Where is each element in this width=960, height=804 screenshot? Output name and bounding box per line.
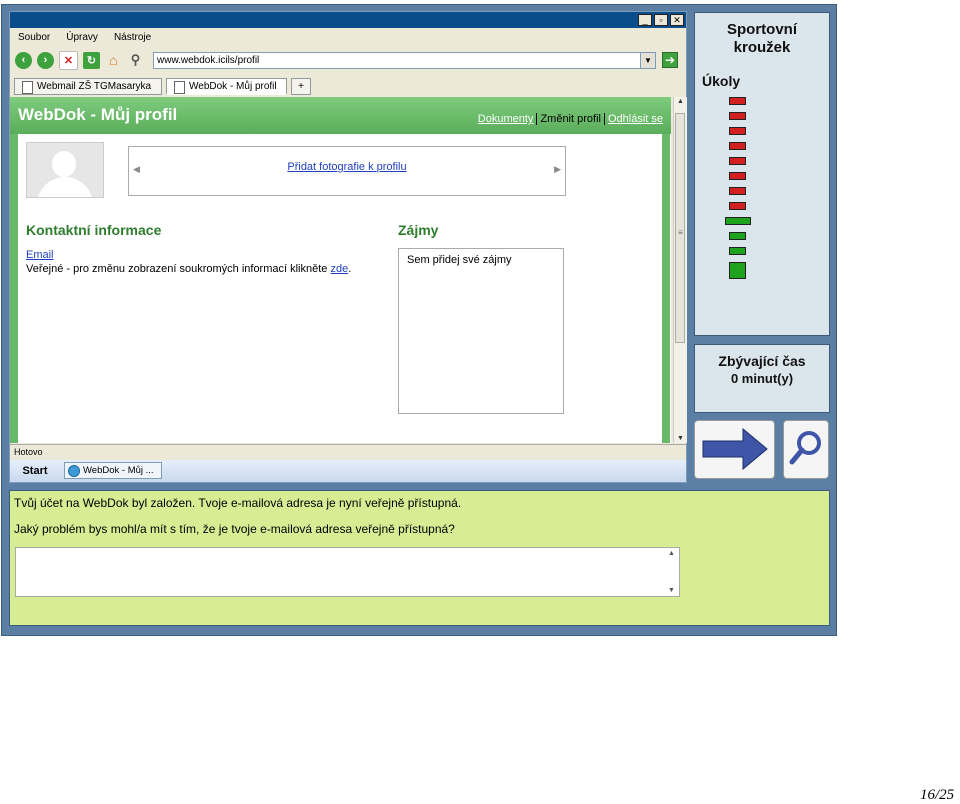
task-panel: Sportovní kroužek Úkoly (694, 12, 830, 336)
interests-placeholder: Sem přidej své zájmy (407, 254, 512, 266)
webdok-header: WebDok - Můj profil Dokumenty Změnit pro… (10, 97, 671, 134)
time-panel: Zbývající čas 0 minut(y) (694, 344, 830, 413)
next-button[interactable] (694, 420, 775, 479)
scroll-up-icon[interactable]: ▲ (674, 98, 687, 105)
carousel-right-icon[interactable]: ▶ (554, 164, 561, 175)
tab-webdok[interactable]: WebDok - Můj profil (166, 78, 287, 95)
task-indicator-10 (729, 232, 746, 240)
menu-nastroje[interactable]: Nástroje (106, 29, 159, 47)
start-button[interactable]: Start (14, 463, 56, 479)
tasks-label: Úkoly (702, 73, 741, 89)
browser-tabs: Webmail ZŠ TGMasaryka WebDok - Můj profi… (10, 74, 686, 96)
change-profile-link[interactable]: Změnit profil (540, 113, 601, 125)
question-area: Tvůj účet na WebDok byl založen. Tvoje e… (9, 490, 830, 626)
go-arrow-icon[interactable]: ➔ (662, 52, 678, 68)
interests-box[interactable]: Sem přidej své zájmy (398, 248, 564, 414)
reload-icon[interactable]: ↻ (83, 51, 100, 69)
task-indicator-2 (729, 112, 746, 120)
task-indicator-6 (729, 172, 746, 180)
avatar (26, 142, 104, 198)
answer-input[interactable] (15, 547, 680, 597)
home-icon[interactable]: ⌂ (105, 52, 122, 69)
time-value: 0 minut(y) (730, 371, 794, 386)
document-icon (174, 81, 185, 94)
profile-body: ◀ Přidat fotografie k profilu ▶ Kontaktn… (18, 134, 662, 443)
status-bar: Hotovo (10, 444, 686, 459)
answer-scrollbar[interactable]: ▲ ▼ (665, 548, 679, 596)
question-intro: Tvůj účet na WebDok byl založen. Tvoje e… (14, 496, 462, 510)
taskbar-item-webdok[interactable]: WebDok - Můj ... (64, 462, 162, 479)
scroll-down-icon[interactable]: ▼ (674, 435, 687, 442)
add-photo-link[interactable]: Přidat fotografie k profilu (129, 161, 565, 173)
task-indicator-9 (725, 217, 751, 225)
task-indicator-5 (729, 157, 746, 165)
nav-separator (536, 113, 538, 125)
magnifier-button[interactable] (783, 420, 829, 479)
documents-link[interactable]: Dokumenty (478, 113, 534, 125)
question-text: Jaký problém bys mohl/a mít s tím, že je… (14, 522, 455, 536)
email-link[interactable]: Email (26, 249, 54, 261)
url-text: www.webdok.icils/profil (157, 55, 260, 66)
task-indicator-8 (729, 202, 746, 210)
url-input[interactable]: www.webdok.icils/profil ▼ (153, 52, 656, 69)
browser-icon (68, 465, 80, 477)
forward-icon[interactable]: › (37, 51, 54, 69)
task-indicator-3 (729, 127, 746, 135)
page-number: 16/25 (920, 787, 955, 803)
page-viewport: WebDok - Můj profil Dokumenty Změnit pro… (10, 97, 671, 443)
photo-carousel: ◀ Přidat fotografie k profilu ▶ (128, 146, 566, 196)
nav-separator (603, 113, 605, 125)
tab-webmail[interactable]: Webmail ZŠ TGMasaryka (14, 78, 162, 95)
green-side-right (662, 134, 670, 443)
magnifier-icon (789, 431, 821, 465)
menu-soubor[interactable]: Soubor (10, 29, 58, 47)
green-side-left (10, 134, 18, 443)
time-label: Zbývající čas (718, 353, 806, 369)
logout-link[interactable]: Odhlásit se (608, 113, 663, 125)
back-icon[interactable]: ‹ (15, 51, 32, 69)
task-indicator-11 (729, 247, 746, 255)
menu-upravy[interactable]: Úpravy (58, 29, 106, 47)
webdok-nav: Dokumenty Změnit profil Odhlásit se (478, 113, 663, 125)
task-indicator-4 (729, 142, 746, 150)
module-title: Sportovní kroužek (727, 21, 797, 56)
contact-heading: Kontaktní informace (26, 222, 162, 238)
answer-scroll-down-icon[interactable]: ▼ (668, 587, 675, 594)
browser-titlebar: _ ▫ ✕ (10, 12, 686, 28)
webdok-title: WebDok - Můj profil (18, 105, 178, 124)
here-link[interactable]: zde (330, 263, 348, 275)
arrow-right-icon (702, 427, 768, 471)
scroll-grip-icon: ≡ (678, 228, 683, 237)
stop-icon[interactable]: ✕ (59, 50, 78, 70)
browser-toolbar: ‹ › ✕ ↻ ⌂ ⚲ www.webdok.icils/profil ▼ ➔ (10, 48, 686, 72)
url-dropdown-icon[interactable]: ▼ (640, 53, 655, 68)
page-scrollbar[interactable]: ▲ ≡ ▼ (673, 97, 687, 443)
browser-window: _ ▫ ✕ Soubor Úpravy Nástroje ‹ › ✕ ↻ ⌂ ⚲… (9, 11, 687, 483)
tab-new[interactable]: + (291, 78, 311, 95)
taskbar: Start WebDok - Můj ... (10, 460, 686, 482)
interests-heading: Zájmy (398, 222, 439, 238)
document-icon (22, 81, 33, 94)
search-icon[interactable]: ⚲ (127, 52, 144, 69)
public-notice: Veřejné - pro změnu zobrazení soukromých… (26, 263, 352, 275)
maximize-icon[interactable]: ▫ (654, 14, 668, 26)
minimize-icon[interactable]: _ (638, 14, 652, 26)
menu-bar: Soubor Úpravy Nástroje (10, 29, 686, 47)
task-indicator-7 (729, 187, 746, 195)
close-icon[interactable]: ✕ (670, 14, 684, 26)
task-indicator-1 (729, 97, 746, 105)
task-indicator-12 (729, 262, 746, 279)
answer-scroll-up-icon[interactable]: ▲ (668, 550, 675, 557)
